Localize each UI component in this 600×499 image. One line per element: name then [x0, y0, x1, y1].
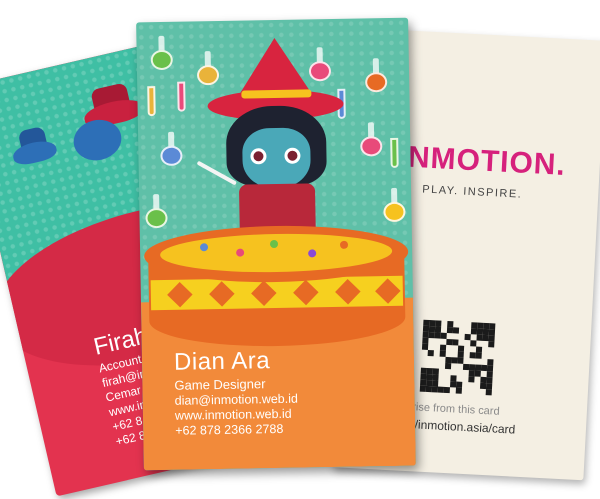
front-business-card: Dian Ara Game Designer dian@inmotion.web… — [136, 17, 416, 471]
potion-bubble — [269, 239, 279, 249]
card-holder-name: Dian Ara — [173, 347, 271, 376]
potion-bubble — [308, 249, 317, 258]
potion-flask-icon — [145, 194, 168, 230]
tagline: PLAY. INSPIRE. — [421, 183, 523, 201]
front-card-contact-info: Dian Ara Game Designer dian@inmotion.web… — [174, 346, 299, 439]
witch-hat-band — [241, 89, 312, 99]
qr-code-icon — [419, 319, 496, 396]
potion-bubble — [199, 243, 209, 252]
potion-flask-icon — [196, 51, 220, 87]
potion-flask-icon — [360, 122, 383, 158]
potion-flask-icon — [150, 35, 173, 72]
inmotion-logo: NMOTION. — [407, 140, 567, 182]
potion-flask-icon — [160, 131, 183, 168]
potion-flask-icon — [383, 187, 406, 224]
test-tube-icon — [390, 137, 399, 168]
card-holder-phone: +62 878 2366 2788 — [175, 421, 284, 438]
test-tube-icon — [147, 86, 156, 117]
test-tube-icon — [177, 81, 186, 112]
potion-flask-icon — [365, 58, 388, 94]
business-cards-scene: Firah Account firah@in Cemar www.in +62 … — [0, 0, 600, 499]
